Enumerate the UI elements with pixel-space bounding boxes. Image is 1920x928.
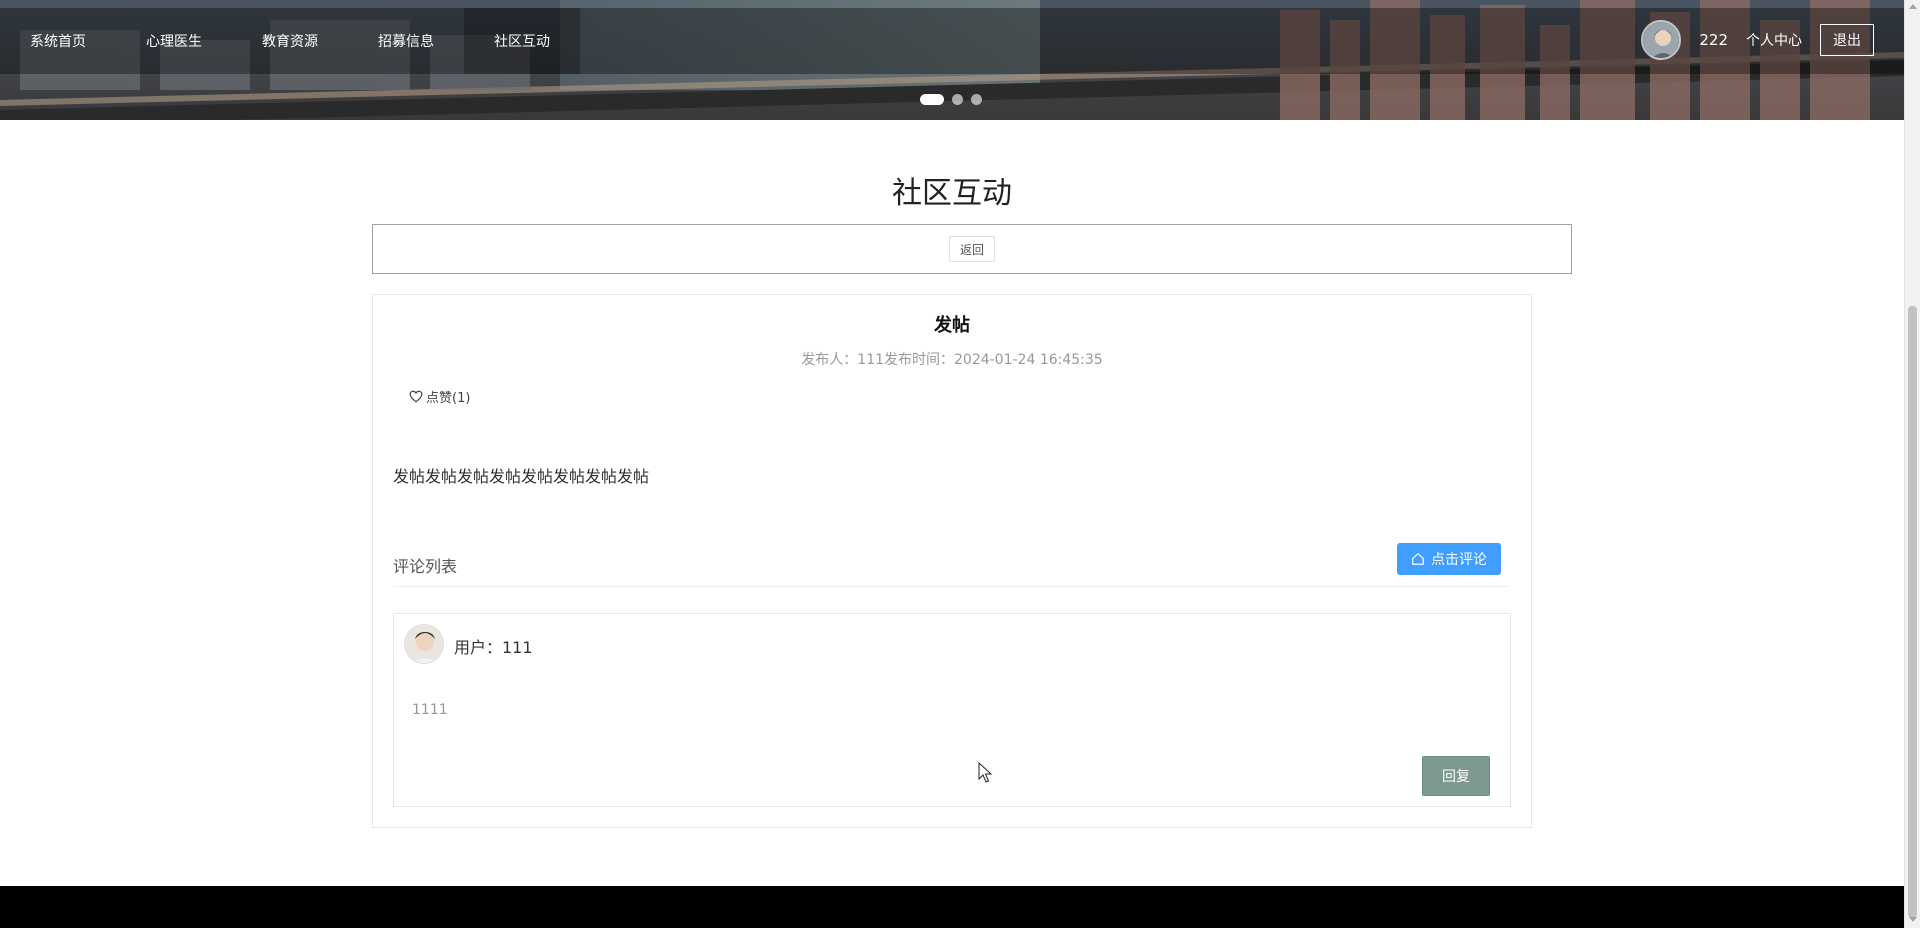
like-button[interactable]: 点赞(1) — [409, 387, 470, 406]
carousel-dot[interactable] — [971, 94, 982, 105]
heart-icon — [409, 390, 423, 403]
home-icon — [1412, 553, 1424, 565]
header-banner: 系统首页 心理医生 教育资源 招募信息 社区互动 222 个人中心 退出 — [0, 0, 1904, 120]
nav-item-recruitment[interactable]: 招募信息 — [348, 8, 464, 74]
comment-item: 用户：111 1111 回复 — [393, 613, 1511, 807]
scroll-down-arrow-icon[interactable] — [1909, 917, 1917, 922]
main-nav: 系统首页 心理医生 教育资源 招募信息 社区互动 — [0, 8, 580, 74]
post-card: 发帖 发布人：111发布时间：2024-01-24 16:45:35 点赞(1)… — [372, 294, 1532, 828]
back-bar: 返回 — [372, 224, 1572, 274]
nav-item-doctors[interactable]: 心理医生 — [116, 8, 232, 74]
avatar-image — [405, 625, 443, 663]
post-meta: 发布人：111发布时间：2024-01-24 16:45:35 — [801, 352, 1103, 368]
comment-text: 1111 — [412, 702, 448, 718]
mouse-cursor-icon — [978, 762, 993, 783]
carousel-dot[interactable] — [920, 94, 944, 105]
nav-item-community[interactable]: 社区互动 — [464, 8, 580, 74]
scroll-up-arrow-icon[interactable] — [1909, 4, 1917, 9]
username: 222 — [1699, 31, 1728, 49]
add-comment-label: 点击评论 — [1431, 551, 1487, 567]
nav-item-education[interactable]: 教育资源 — [232, 8, 348, 74]
carousel-indicators — [920, 94, 982, 105]
post-content: 发帖发帖发帖发帖发帖发帖发帖发帖 — [393, 467, 650, 486]
logout-button[interactable]: 退出 — [1820, 24, 1874, 56]
like-label: 点赞(1) — [426, 391, 471, 406]
avatar-image — [1643, 22, 1680, 58]
nav-item-home[interactable]: 系统首页 — [0, 8, 116, 74]
footer — [0, 886, 1904, 928]
back-button[interactable]: 返回 — [948, 236, 995, 262]
scrollbar-thumb[interactable] — [1908, 306, 1917, 918]
page-scrollbar[interactable] — [1904, 0, 1920, 928]
user-area: 222 个人中心 退出 — [1641, 20, 1874, 60]
user-avatar[interactable] — [1641, 20, 1682, 60]
page-title: 社区互动 — [892, 176, 1012, 211]
add-comment-button[interactable]: 点击评论 — [1397, 543, 1501, 575]
page: 系统首页 心理医生 教育资源 招募信息 社区互动 222 个人中心 退出 社区互… — [0, 0, 1920, 928]
comment-list-header: 评论列表 点击评论 — [393, 539, 1509, 587]
comment-list-label: 评论列表 — [393, 557, 458, 576]
reply-button[interactable]: 回复 — [1422, 756, 1490, 796]
commenter-name: 用户：111 — [454, 638, 533, 657]
commenter-avatar — [404, 624, 444, 664]
post-title: 发帖 — [934, 315, 970, 336]
user-center-link[interactable]: 个人中心 — [1746, 30, 1802, 50]
carousel-dot[interactable] — [952, 94, 963, 105]
